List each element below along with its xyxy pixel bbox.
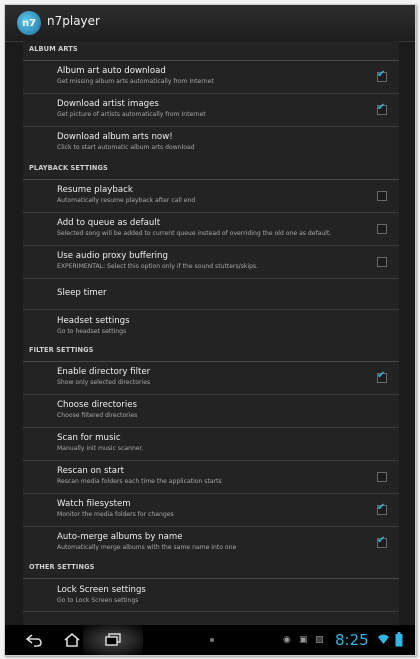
section-header-other-settings: OTHER SETTINGS	[23, 559, 399, 579]
recent-apps-icon	[105, 633, 121, 646]
menu-dot-icon[interactable]	[210, 638, 214, 642]
pref-summary: Manually init music scanner.	[57, 445, 144, 452]
pref-title: Headset settings	[57, 316, 130, 326]
n7player-logo-icon[interactable]: n7	[17, 11, 41, 35]
pref-summary: EXPERIMENTAL: Select this option only if…	[57, 263, 259, 270]
checkbox-enable-directory-filter[interactable]	[377, 370, 387, 383]
section-header-playback-settings: PLAYBACK SETTINGS	[23, 160, 399, 180]
pref-title: Add to queue as default	[57, 218, 161, 228]
pref-download-artist-images[interactable]: Download artist images Get picture of ar…	[23, 94, 399, 127]
pref-title: Resume playback	[57, 185, 133, 195]
pref-sleep-timer[interactable]: Sleep timer	[23, 279, 399, 310]
pref-title: Watch filesystem	[57, 499, 131, 509]
checkbox-resume-playback[interactable]	[377, 191, 387, 201]
pref-summary: Click to start automatic album arts down…	[57, 144, 195, 151]
checkbox-rescan-on-start[interactable]	[377, 472, 387, 482]
pref-summary: Choose filtered directories	[57, 412, 138, 419]
pref-headset-settings[interactable]: Headset settings Go to headset settings	[23, 310, 399, 342]
checkbox-download-artist-images[interactable]	[377, 102, 387, 115]
checkbox-watch-filesystem[interactable]	[377, 502, 387, 515]
pref-title: Album art auto download	[57, 66, 166, 76]
pref-title: Lock Screen settings	[57, 585, 146, 595]
pref-title: Rescan on start	[57, 466, 124, 476]
pref-choose-directories[interactable]: Choose directories Choose filtered direc…	[23, 395, 399, 428]
notification-icon: ◉	[283, 635, 291, 645]
section-header-filter-settings: FILTER SETTINGS	[23, 342, 399, 362]
pref-summary: Get missing album arts automatically fro…	[57, 78, 214, 85]
pref-summary: Go to Lock Screen settings	[57, 597, 139, 604]
pref-title: Download album arts now!	[57, 132, 173, 142]
pref-title: Download artist images	[57, 99, 159, 109]
pref-summary: Automatically merge albums with the same…	[57, 544, 237, 551]
clock: 8:25	[335, 631, 369, 649]
checkbox-use-audio-proxy-buffering[interactable]	[377, 257, 387, 267]
back-arrow-icon	[25, 634, 42, 647]
pref-title: Sleep timer	[57, 288, 107, 298]
pref-title: Auto-merge albums by name	[57, 532, 183, 542]
action-bar: n7 n7player	[5, 5, 415, 42]
checkbox-album-art-auto-download[interactable]	[377, 69, 387, 82]
checkbox-auto-merge-albums-by-name[interactable]	[377, 535, 387, 548]
pref-summary: Get picture of artists automatically fro…	[57, 111, 206, 118]
image-notification-icon: ▣	[299, 635, 308, 645]
app-title: n7player	[47, 14, 100, 28]
pref-enable-directory-filter[interactable]: Enable directory filter Show only select…	[23, 362, 399, 395]
pref-auto-merge-albums-by-name[interactable]: Auto-merge albums by name Automatically …	[23, 527, 399, 559]
back-button[interactable]	[19, 625, 49, 655]
settings-list[interactable]: ALBUM ARTS Album art auto download Get m…	[23, 41, 399, 625]
section-header-album-arts: ALBUM ARTS	[23, 41, 399, 61]
pref-title: Scan for music	[57, 433, 121, 443]
pref-summary: Automatically resume playback after call…	[57, 197, 196, 204]
pref-album-art-auto-download[interactable]: Album art auto download Get missing albu…	[23, 61, 399, 94]
pref-summary: Selected song will be added to current q…	[57, 230, 332, 237]
pref-rescan-on-start[interactable]: Rescan on start Rescan media folders eac…	[23, 461, 399, 494]
pref-summary: Show only selected directories	[57, 379, 151, 386]
tablet-screen: n7 n7player ALBUM ARTS Album art auto do…	[4, 4, 416, 656]
pref-download-album-arts-now[interactable]: Download album arts now! Click to start …	[23, 127, 399, 160]
battery-icon	[395, 632, 403, 647]
pref-title: Enable directory filter	[57, 367, 151, 377]
screenshot-frame: n7 n7player ALBUM ARTS Album art auto do…	[0, 0, 420, 659]
pref-use-audio-proxy-buffering[interactable]: Use audio proxy buffering EXPERIMENTAL: …	[23, 246, 399, 279]
pref-summary: Go to headset settings	[57, 328, 127, 335]
pref-resume-playback[interactable]: Resume playback Automatically resume pla…	[23, 180, 399, 213]
pref-lock-screen-settings[interactable]: Lock Screen settings Go to Lock Screen s…	[23, 579, 399, 612]
pref-add-to-queue-as-default[interactable]: Add to queue as default Selected song wi…	[23, 213, 399, 246]
pref-scan-for-music[interactable]: Scan for music Manually init music scann…	[23, 428, 399, 461]
gallery-notification-icon: ▨	[315, 635, 324, 645]
home-icon	[64, 632, 80, 647]
checkbox-add-to-queue-as-default[interactable]	[377, 224, 387, 234]
wifi-icon	[378, 634, 389, 644]
recent-apps-button[interactable]	[98, 625, 128, 655]
system-navigation-bar: ◉ ▣ ▨ 8:25	[5, 625, 415, 655]
pref-watch-filesystem[interactable]: Watch filesystem Monitor the media folde…	[23, 494, 399, 527]
pref-summary: Rescan media folders each time the appli…	[57, 478, 222, 485]
pref-title: Use audio proxy buffering	[57, 251, 168, 261]
pref-title: Choose directories	[57, 400, 137, 410]
pref-summary: Monitor the media folders for changes	[57, 511, 174, 518]
